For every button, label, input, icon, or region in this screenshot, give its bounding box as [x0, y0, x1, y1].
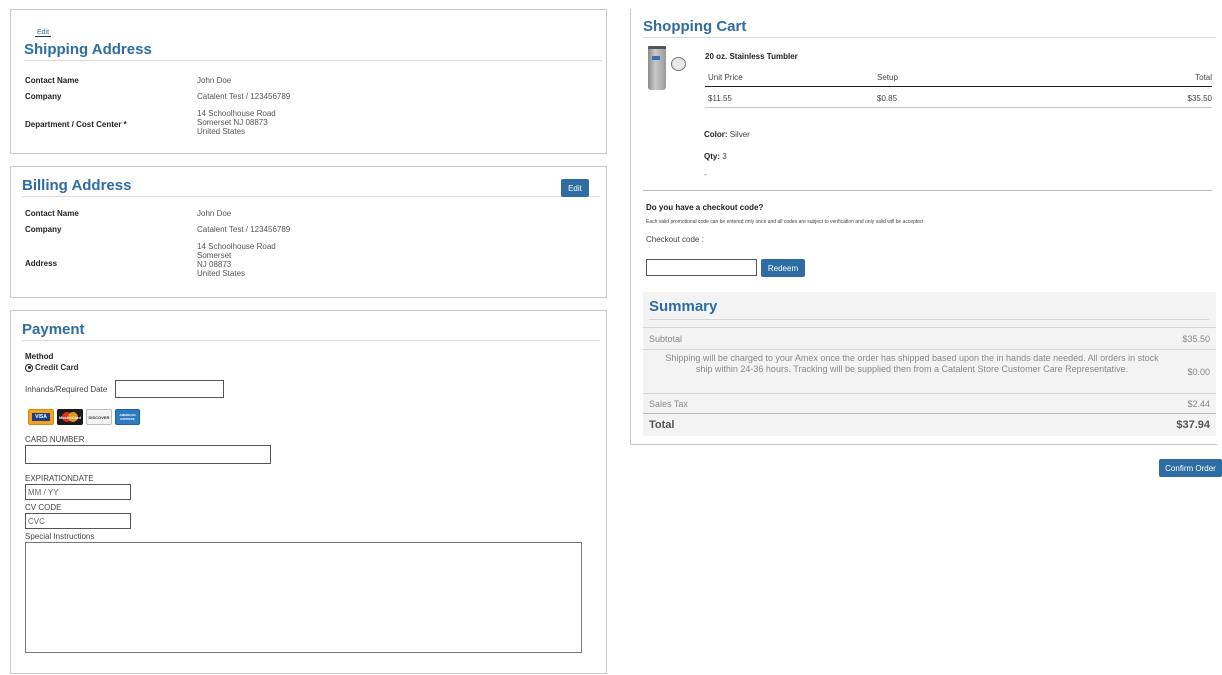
card-number-input[interactable]	[25, 445, 271, 464]
special-instructions-textarea[interactable]	[25, 542, 582, 653]
shipping-address-line: United States	[197, 127, 246, 136]
checkout-question: Do you have a checkout code?	[646, 203, 764, 212]
color-value: Silver	[729, 130, 750, 139]
confirm-order-button[interactable]: Confirm Order	[1159, 459, 1222, 477]
credit-card-label: Credit Card	[35, 363, 79, 372]
color-label: Color:	[704, 130, 728, 139]
order-total-value: $37.94	[1176, 419, 1210, 431]
checkout-note: Each valid promotional code can be enter…	[646, 219, 923, 225]
billing-address-line: United States	[197, 269, 246, 278]
shipping-dept-label: Department / Cost Center *	[25, 120, 127, 129]
billing-contact-value: John Doe	[197, 209, 232, 218]
shipping-panel: Edit Shipping Address Contact Name John …	[10, 9, 607, 154]
line-total-value: $35.50	[1187, 94, 1212, 103]
cv-code-label: CV CODE	[25, 503, 62, 512]
setup-value: $0.85	[877, 94, 898, 103]
setup-header: Setup	[877, 73, 898, 82]
expiration-input[interactable]: MM / YY	[25, 484, 131, 500]
subtotal-row: Subtotal $35.50	[643, 327, 1216, 349]
billing-company-label: Company	[25, 225, 62, 234]
total-header: Total	[1195, 73, 1212, 82]
checkout-divider	[643, 190, 1212, 191]
payment-panel: Payment Method Credit Card Inhands/Requi…	[10, 310, 607, 674]
shipping-note: Shipping will be charged to your Amex on…	[665, 353, 1159, 374]
billing-company-value: Catalent Test / 123456789	[197, 225, 291, 234]
tumbler-product-image	[647, 44, 689, 92]
shipping-address: 14 Schoolhouse Road Somerset NJ 08873 Un…	[197, 109, 276, 136]
qty-label: Qty:	[704, 152, 720, 161]
checkout-code-input[interactable]	[646, 259, 757, 276]
card-number-label: CARD NUMBER	[25, 435, 85, 444]
amex-card-text: AMERICAN EXPRESS	[119, 413, 136, 421]
inhands-date-input[interactable]	[115, 380, 224, 398]
sales-tax-row: Sales Tax $2.44	[643, 393, 1216, 413]
cv-code-placeholder: CVC	[28, 516, 45, 526]
summary-box: Summary Subtotal $35.50 Shipping will be…	[643, 292, 1216, 436]
billing-address-label: Address	[25, 259, 58, 268]
subtotal-label: Subtotal	[649, 334, 683, 344]
summary-title: Summary	[649, 298, 1209, 320]
discover-card-icon: DISCOVER	[86, 409, 112, 425]
visa-card-text: VISA	[32, 413, 50, 421]
shipping-edit-link[interactable]: Edit	[35, 29, 52, 37]
attribute-dash: -	[704, 170, 707, 179]
product-name: 20 oz. Stainless Tumbler	[705, 52, 798, 61]
amex-card-icon: AMERICAN EXPRESS	[115, 409, 140, 425]
credit-card-radio-option[interactable]: Credit Card	[25, 363, 79, 372]
total-row: Total $37.94	[643, 413, 1216, 435]
cv-code-input[interactable]: CVC	[25, 513, 131, 529]
checkout-code-label: Checkout code :	[646, 235, 704, 244]
color-attribute: Color: Silver	[704, 130, 750, 139]
visa-card-icon: VISA	[28, 409, 54, 425]
shipping-address-line: Somerset NJ 08873	[197, 118, 268, 127]
cart-row-divider	[705, 107, 1212, 108]
sales-tax-value: $2.44	[1187, 399, 1210, 409]
billing-address-line: Somerset	[197, 251, 232, 260]
shipping-company-value: Catalent Test / 123456789	[197, 92, 291, 101]
billing-address-line: NJ 08873	[197, 260, 232, 269]
expiration-label: EXPIRATIONDATE	[25, 474, 94, 483]
shipping-contact-value: John Doe	[197, 76, 232, 85]
mastercard-icon: MasterCard	[57, 409, 83, 425]
cart-header-divider	[705, 86, 1212, 87]
billing-address: 14 Schoolhouse Road Somerset NJ 08873 Un…	[197, 242, 276, 278]
qty-attribute: Qty: 3	[704, 152, 727, 161]
shipping-address-line: 14 Schoolhouse Road	[197, 109, 276, 118]
mastercard-text: MasterCard	[58, 414, 81, 420]
billing-contact-label: Contact Name	[25, 209, 79, 218]
unit-price-value: $11.55	[708, 94, 732, 103]
billing-address-line: 14 Schoolhouse Road	[197, 242, 276, 251]
redeem-button[interactable]: Redeem	[761, 259, 805, 277]
discover-card-text: DISCOVER	[88, 414, 110, 420]
radio-selected-icon[interactable]	[25, 363, 33, 372]
cart-title: Shopping Cart	[643, 18, 1216, 38]
subtotal-value: $35.50	[1182, 334, 1210, 344]
shipping-value: $0.00	[1187, 367, 1210, 377]
payment-title: Payment	[22, 321, 600, 341]
sales-tax-label: Sales Tax	[649, 399, 688, 409]
payment-method-label: Method	[25, 352, 54, 361]
order-total-label: Total	[649, 419, 675, 431]
billing-title: Billing Address	[22, 177, 600, 197]
qty-value: 3	[722, 152, 727, 161]
shipping-company-label: Company	[25, 92, 62, 101]
shipping-row: Shipping will be charged to your Amex on…	[643, 349, 1216, 393]
special-instructions-label: Special Instructions	[25, 532, 95, 541]
inhands-label: Inhands/Required Date	[25, 385, 108, 394]
shipping-contact-label: Contact Name	[25, 76, 79, 85]
billing-edit-button[interactable]: Edit	[561, 179, 589, 197]
shipping-title: Shipping Address	[24, 41, 602, 61]
unit-price-header: Unit Price	[708, 73, 743, 82]
billing-panel: Billing Address Edit Contact Name John D…	[10, 166, 607, 298]
expiration-placeholder: MM / YY	[28, 487, 59, 497]
